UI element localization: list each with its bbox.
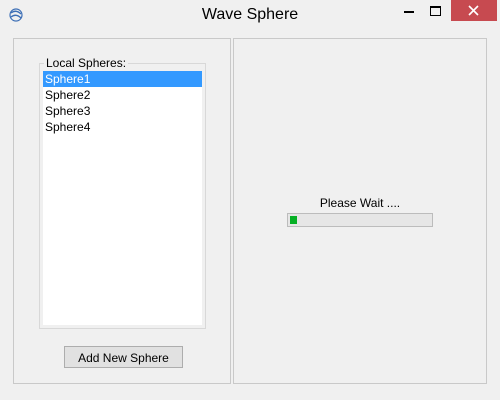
maximize-button[interactable] [422, 0, 449, 21]
list-item[interactable]: Sphere4 [43, 119, 202, 135]
minimize-icon [404, 11, 414, 13]
please-wait-label: Please Wait .... [319, 196, 401, 210]
title-bar[interactable]: Wave Sphere [0, 0, 500, 31]
main-window: Wave Sphere Local Spheres: Sphere1 Spher… [0, 0, 500, 400]
maximize-icon [430, 6, 441, 16]
close-button[interactable] [451, 0, 497, 21]
progress-bar [287, 213, 433, 227]
right-panel [233, 38, 487, 384]
minimize-button[interactable] [395, 0, 422, 21]
list-item[interactable]: Sphere1 [43, 71, 202, 87]
local-spheres-label: Local Spheres: [44, 56, 129, 70]
spheres-listbox[interactable]: Sphere1 Sphere2 Sphere3 Sphere4 [43, 71, 202, 325]
close-icon [468, 5, 479, 16]
add-new-sphere-button[interactable]: Add New Sphere [64, 346, 183, 368]
list-item[interactable]: Sphere3 [43, 103, 202, 119]
progress-fill [290, 216, 297, 224]
list-item[interactable]: Sphere2 [43, 87, 202, 103]
